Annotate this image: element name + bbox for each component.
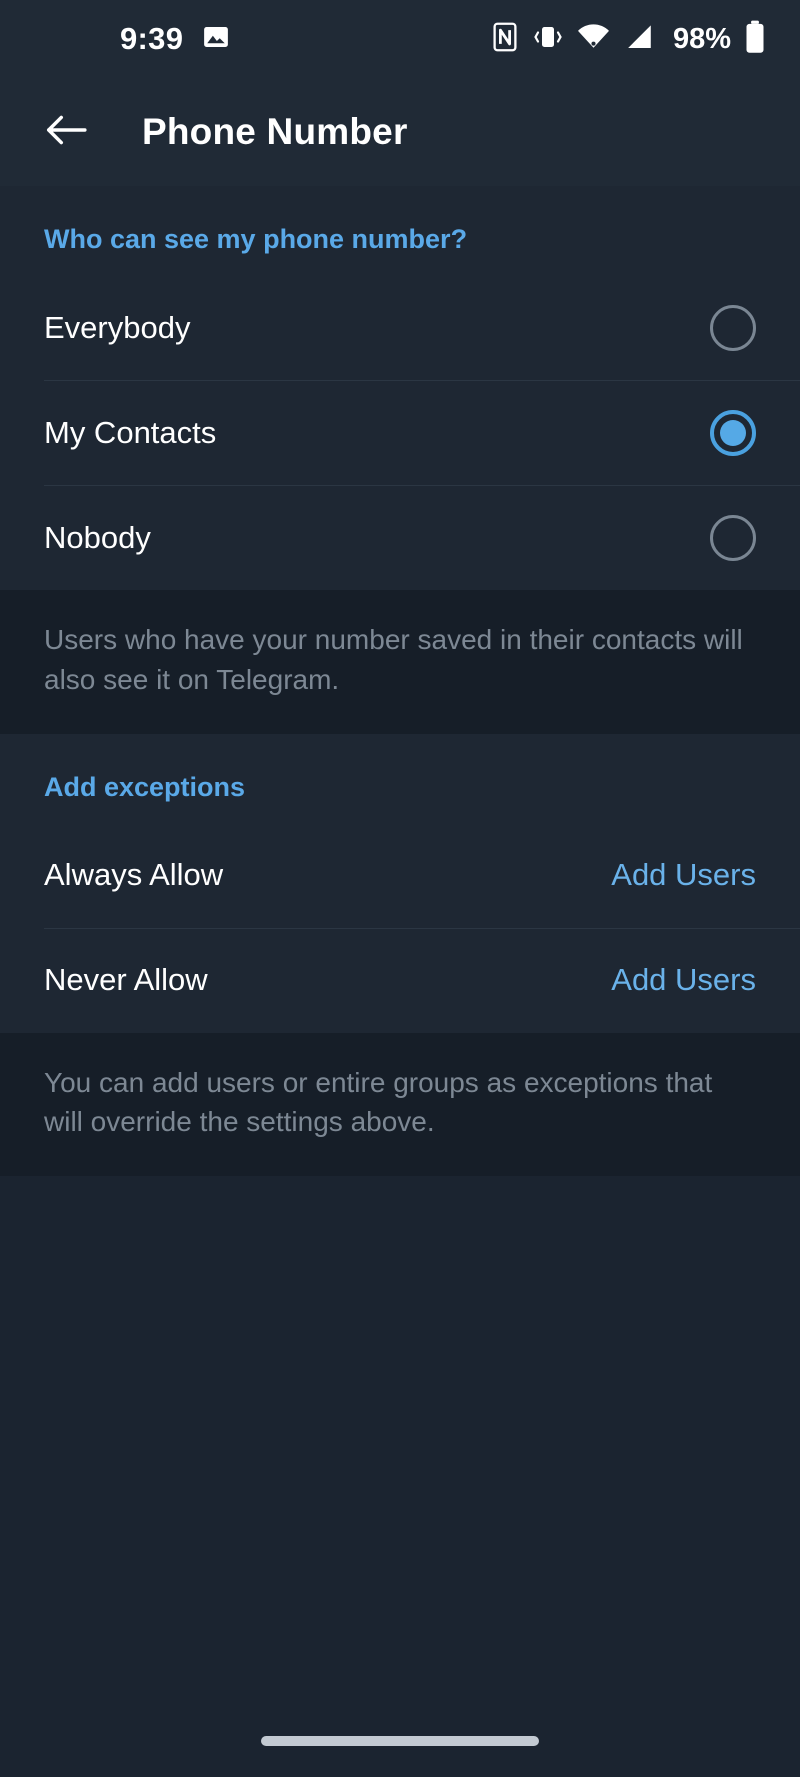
battery-icon [744, 20, 766, 59]
option-label-everybody: Everybody [44, 309, 191, 345]
status-bar: 9:39 98% [0, 0, 800, 78]
visibility-footnote: Users who have your number saved in thei… [0, 590, 800, 734]
radio-everybody[interactable] [710, 304, 756, 351]
back-button[interactable] [38, 104, 94, 160]
exception-row-always-allow[interactable]: Always Allow Add Users [0, 822, 800, 928]
arrow-left-icon [44, 110, 88, 155]
option-row-my-contacts[interactable]: My Contacts [0, 380, 800, 485]
page-title: Phone Number [142, 111, 408, 152]
radio-my-contacts[interactable] [710, 409, 756, 456]
option-label-nobody: Nobody [44, 519, 151, 555]
option-row-everybody[interactable]: Everybody [0, 275, 800, 380]
exception-label-always-allow: Always Allow [44, 857, 224, 892]
app-bar: Phone Number [0, 78, 800, 186]
option-row-nobody[interactable]: Nobody [0, 485, 800, 590]
system-navigation-bar [0, 1705, 800, 1777]
add-users-button-never-allow[interactable]: Add Users [611, 962, 756, 998]
status-bar-right: 98% [491, 20, 766, 59]
vibrate-icon [532, 22, 564, 57]
visibility-section-header: Who can see my phone number? [0, 186, 800, 275]
option-label-my-contacts: My Contacts [44, 414, 217, 450]
nfc-icon [491, 22, 519, 57]
visibility-section: Who can see my phone number? Everybody M… [0, 186, 800, 590]
exception-label-never-allow: Never Allow [44, 962, 208, 997]
exceptions-section: Add exceptions Always Allow Add Users Ne… [0, 733, 800, 1033]
phone-number-privacy-screen: 9:39 98% Phone Number Who can see my pho… [0, 0, 800, 1777]
settings-content: Who can see my phone number? Everybody M… [0, 186, 800, 1777]
radio-nobody[interactable] [710, 514, 756, 561]
add-users-button-always-allow[interactable]: Add Users [611, 857, 756, 893]
status-bar-clock: 9:39 [120, 21, 184, 56]
wifi-icon [577, 22, 610, 57]
exception-row-never-allow[interactable]: Never Allow Add Users [0, 927, 800, 1033]
image-icon [201, 22, 231, 57]
exceptions-footnote: You can add users or entire groups as ex… [0, 1032, 800, 1176]
battery-percent-label: 98% [672, 22, 731, 55]
exceptions-section-header: Add exceptions [0, 733, 800, 823]
cellular-signal-icon [623, 22, 654, 57]
gesture-home-pill[interactable] [261, 1736, 539, 1746]
status-bar-left: 9:39 [120, 21, 231, 57]
